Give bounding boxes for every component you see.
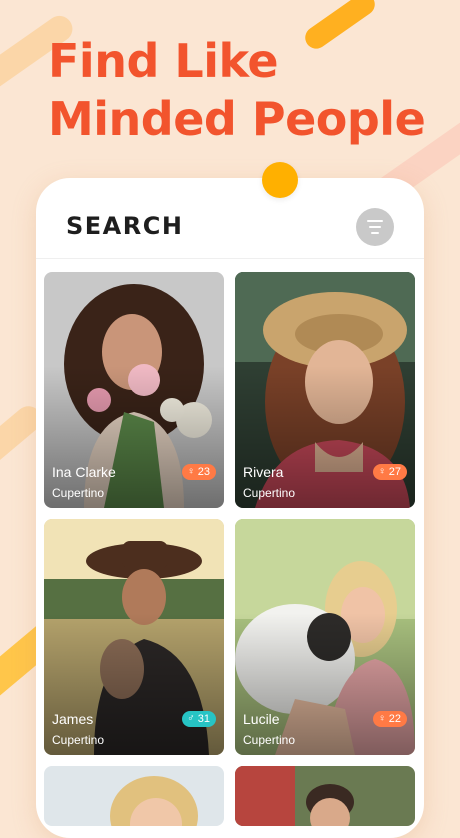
age-badge: ♀ 23 [182,464,216,480]
profile-city: Cupertino [243,486,296,500]
profile-photo [44,766,224,826]
headline: Find Like Minded People [48,32,426,148]
headline-line-1: Find Like [48,34,279,88]
female-icon: ♀ [187,466,195,477]
age-badge: ♀ 22 [373,711,407,727]
profile-card[interactable] [235,766,415,826]
profile-name: James [52,711,94,727]
profile-photo [235,766,415,826]
filter-button[interactable] [356,208,394,246]
female-icon: ♀ [378,466,386,477]
profile-age: 22 [388,713,401,725]
profile-name: Lucile [243,711,280,727]
phone-screen: SEARCH Ina Clarke Cupertino ♀ 23 Rivera … [36,178,424,838]
profile-card[interactable]: James Cupertino ♂ 31 [44,519,224,755]
profile-age: 27 [388,466,401,478]
profile-city: Cupertino [52,733,105,747]
profile-card[interactable]: Ina Clarke Cupertino ♀ 23 [44,272,224,508]
screen-title: SEARCH [66,212,184,240]
profile-card[interactable]: Lucile Cupertino ♀ 22 [235,519,415,755]
profile-card[interactable]: Rivera Cupertino ♀ 27 [235,272,415,508]
profile-age: 31 [197,713,210,725]
profile-card[interactable] [44,766,224,826]
male-icon: ♂ [187,713,195,724]
profile-name: Rivera [243,464,284,480]
female-icon: ♀ [378,713,386,724]
headline-line-2: Minded People [48,92,426,146]
profile-age: 23 [197,466,210,478]
profile-name: Ina Clarke [52,464,116,480]
age-badge: ♀ 27 [373,464,407,480]
age-badge: ♂ 31 [182,711,216,727]
header-divider [36,258,424,259]
decor-dot [262,162,298,198]
profile-city: Cupertino [52,486,105,500]
filter-lines-icon [367,218,383,236]
profile-city: Cupertino [243,733,296,747]
